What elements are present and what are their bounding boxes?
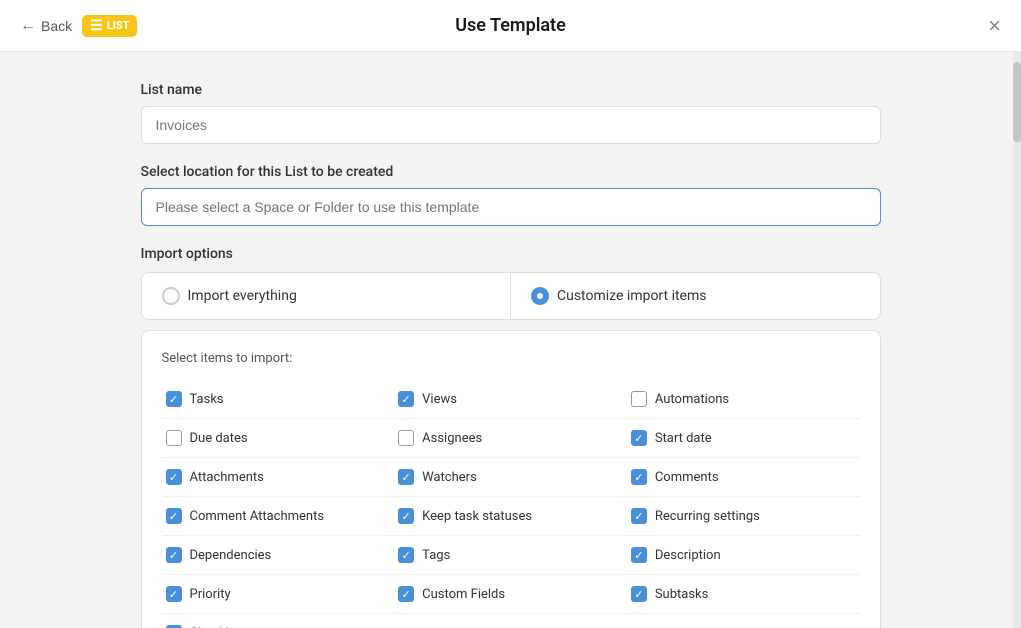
back-button[interactable]: ← Back (20, 17, 72, 35)
list-name-label: List name (141, 82, 881, 98)
label-attachments: Attachments (190, 470, 264, 485)
checkbox-description[interactable] (631, 547, 647, 563)
grid-divider-2 (162, 457, 860, 458)
checkbox-watchers[interactable] (398, 469, 414, 485)
location-label: Select location for this List to be crea… (141, 164, 881, 180)
radio-customize[interactable]: Customize import items (511, 273, 880, 319)
label-watchers: Watchers (422, 470, 477, 485)
list-name-input[interactable] (141, 106, 881, 144)
checkbox-dependencies[interactable] (166, 547, 182, 563)
checkbox-attachments[interactable] (166, 469, 182, 485)
modal-title: Use Template (455, 15, 566, 36)
label-description: Description (655, 548, 721, 563)
item-recurring-settings[interactable]: Recurring settings (627, 499, 860, 533)
label-custom-fields: Custom Fields (422, 587, 505, 602)
checkbox-comments[interactable] (631, 469, 647, 485)
item-comments[interactable]: Comments (627, 460, 860, 494)
grid-divider-3 (162, 496, 860, 497)
checkbox-keep-task-statuses[interactable] (398, 508, 414, 524)
label-tags: Tags (422, 548, 450, 563)
label-keep-task-statuses: Keep task statuses (422, 509, 532, 524)
item-checklists[interactable]: Checklists (162, 616, 395, 628)
grid-divider-4 (162, 535, 860, 536)
label-priority: Priority (190, 587, 231, 602)
item-comment-attachments[interactable]: Comment Attachments (162, 499, 395, 533)
item-assignees[interactable]: Assignees (394, 421, 627, 455)
item-watchers[interactable]: Watchers (394, 460, 627, 494)
grid-divider-5 (162, 574, 860, 575)
customize-section: Select items to import: Tasks Views (141, 330, 881, 628)
radio-label-everything: Import everything (188, 288, 297, 304)
items-grid: Tasks Views Automations (162, 382, 860, 628)
radio-options-group: Import everything Customize import items (141, 272, 881, 320)
item-keep-task-statuses[interactable]: Keep task statuses (394, 499, 627, 533)
item-empty-2 (627, 616, 860, 628)
item-start-date[interactable]: Start date (627, 421, 860, 455)
modal-overlay: ← Back ☰ LIST Use Template × List name S… (0, 0, 1021, 628)
checkbox-comment-attachments[interactable] (166, 508, 182, 524)
checkbox-automations[interactable] (631, 391, 647, 407)
label-recurring-settings: Recurring settings (655, 509, 760, 524)
checkbox-recurring-settings[interactable] (631, 508, 647, 524)
label-assignees: Assignees (422, 431, 482, 446)
checkbox-subtasks[interactable] (631, 586, 647, 602)
scrollbar-track[interactable] (1013, 52, 1021, 628)
header-left: ← Back ☰ LIST (20, 15, 137, 37)
radio-circle-customize (531, 287, 549, 305)
grid-divider-6 (162, 613, 860, 614)
label-comment-attachments: Comment Attachments (190, 509, 325, 524)
label-subtasks: Subtasks (655, 587, 709, 602)
radio-label-customize: Customize import items (557, 288, 706, 304)
checkbox-custom-fields[interactable] (398, 586, 414, 602)
label-start-date: Start date (655, 431, 712, 446)
item-empty-1 (394, 616, 627, 628)
label-comments: Comments (655, 470, 719, 485)
list-name-group: List name (141, 82, 881, 144)
label-tasks: Tasks (190, 392, 224, 407)
checkbox-tasks[interactable] (166, 391, 182, 407)
checkbox-priority[interactable] (166, 586, 182, 602)
modal-header: ← Back ☰ LIST Use Template × (0, 0, 1021, 52)
label-views: Views (422, 392, 457, 407)
radio-import-everything[interactable]: Import everything (142, 273, 512, 319)
list-badge: ☰ LIST (82, 15, 137, 37)
label-dependencies: Dependencies (190, 548, 272, 563)
item-dependencies[interactable]: Dependencies (162, 538, 395, 572)
list-badge-icon: ☰ (90, 18, 103, 34)
item-attachments[interactable]: Attachments (162, 460, 395, 494)
item-tags[interactable]: Tags (394, 538, 627, 572)
scrollbar-thumb[interactable] (1013, 62, 1021, 142)
import-options-label: Import options (141, 246, 881, 262)
checkbox-due-dates[interactable] (166, 430, 182, 446)
item-subtasks[interactable]: Subtasks (627, 577, 860, 611)
checkbox-assignees[interactable] (398, 430, 414, 446)
list-badge-label: LIST (107, 19, 130, 32)
grid-divider-1 (162, 418, 860, 419)
customize-title: Select items to import: (162, 351, 860, 366)
label-due-dates: Due dates (190, 431, 248, 446)
item-views[interactable]: Views (394, 382, 627, 416)
label-automations: Automations (655, 392, 729, 407)
checkbox-views[interactable] (398, 391, 414, 407)
checkbox-start-date[interactable] (631, 430, 647, 446)
item-automations[interactable]: Automations (627, 382, 860, 416)
back-arrow-icon: ← (20, 17, 36, 35)
back-label: Back (41, 18, 72, 34)
item-tasks[interactable]: Tasks (162, 382, 395, 416)
item-custom-fields[interactable]: Custom Fields (394, 577, 627, 611)
checkbox-tags[interactable] (398, 547, 414, 563)
close-button[interactable]: × (988, 15, 1001, 37)
radio-circle-everything (162, 287, 180, 305)
item-due-dates[interactable]: Due dates (162, 421, 395, 455)
import-options-section: Import options Import everything Customi… (141, 246, 881, 628)
location-input[interactable] (141, 188, 881, 226)
modal-body: List name Select location for this List … (101, 52, 921, 628)
location-group: Select location for this List to be crea… (141, 164, 881, 226)
item-description[interactable]: Description (627, 538, 860, 572)
item-priority[interactable]: Priority (162, 577, 395, 611)
